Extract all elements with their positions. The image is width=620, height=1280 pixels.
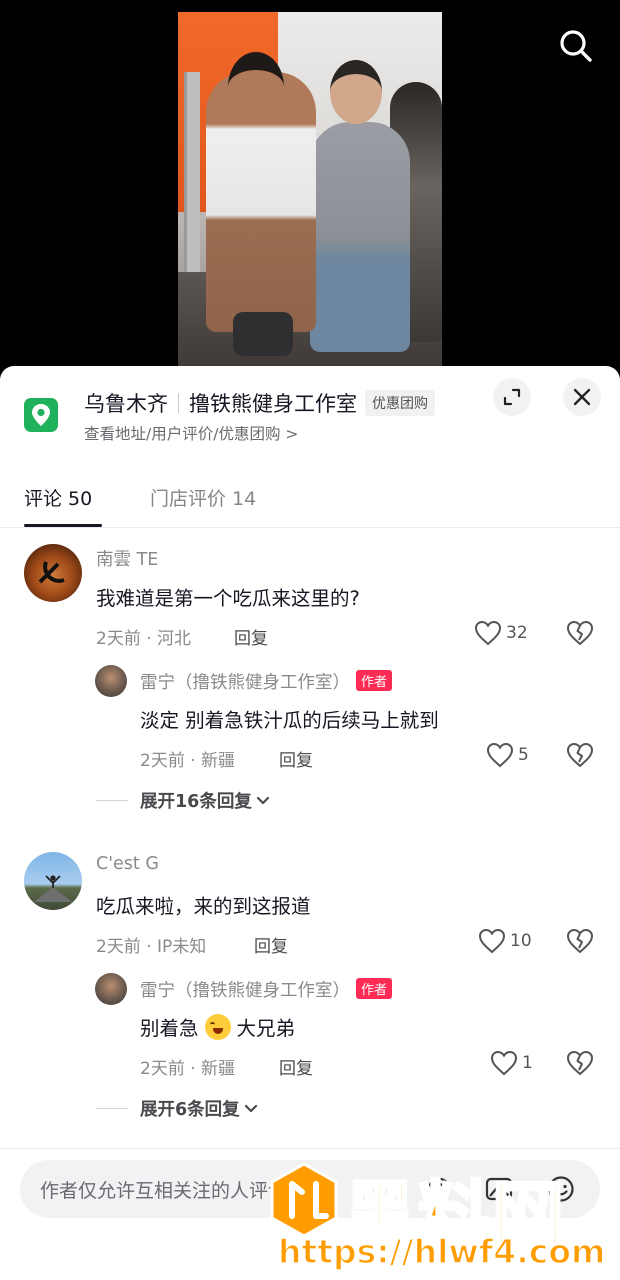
comment-username[interactable]: C'est G: [96, 854, 159, 874]
comment-input-placeholder: 作者仅允许互相关注的人评论: [40, 1180, 288, 1202]
like-button[interactable]: 1: [490, 1050, 533, 1076]
comment-item: C'est G 吃瓜来啦，来的到这报道 2天前 · IP未知 回复 10 雷宁（…: [0, 850, 620, 1120]
dislike-button[interactable]: [566, 620, 594, 650]
search-button[interactable]: [556, 26, 596, 66]
author-badge: 作者: [356, 670, 393, 691]
dislike-button[interactable]: [566, 742, 594, 772]
video-head-lifter: [228, 52, 284, 122]
like-count: 10: [510, 931, 532, 951]
search-icon: [560, 30, 592, 62]
expand-divider: [96, 800, 128, 801]
video-area[interactable]: [0, 0, 620, 370]
title-divider: [178, 393, 179, 413]
expand-icon: [503, 388, 521, 406]
video-frame[interactable]: [178, 12, 442, 368]
expand-divider: [96, 1108, 128, 1109]
reply-text: 淡定 别着急铁汁瓜的后续马上就到: [140, 709, 439, 732]
comment-input[interactable]: 作者仅允许互相关注的人评论: [20, 1160, 600, 1218]
chevron-down-icon: [256, 796, 269, 804]
reply-text-before: 别着急: [140, 1017, 199, 1040]
comments-sheet: 乌鲁木齐 撸铁熊健身工作室 优惠团购 查看地址/用户评价/优惠团购 > 评论 5…: [0, 366, 620, 1280]
author-badge: 作者: [356, 978, 393, 999]
reply-text: 别着急 大兄弟: [140, 1012, 295, 1041]
reply-username[interactable]: 雷宁（撸铁熊健身工作室） 作者: [140, 977, 393, 1002]
chevron-down-icon: [244, 1104, 257, 1112]
reply-button[interactable]: 回复: [234, 624, 268, 649]
dislike-button[interactable]: [566, 1050, 594, 1080]
heart-icon: [486, 742, 514, 768]
heart-icon: [490, 1050, 518, 1076]
location-pin-icon: [24, 398, 58, 432]
like-count: 1: [522, 1053, 533, 1073]
broken-heart-icon: [567, 743, 593, 767]
broken-heart-icon: [567, 621, 593, 645]
like-button[interactable]: 5: [486, 742, 529, 768]
like-button[interactable]: 10: [478, 928, 532, 954]
tab-store-reviews[interactable]: 门店评价 14: [150, 484, 256, 511]
reply-username-text: 雷宁（撸铁熊健身工作室）: [140, 981, 350, 1001]
dislike-button[interactable]: [566, 928, 594, 958]
reply-button[interactable]: 回复: [279, 1054, 313, 1079]
avatar[interactable]: [24, 544, 82, 602]
laughing-tears-emoji-icon: [204, 1014, 231, 1040]
reply-avatar[interactable]: [95, 973, 127, 1005]
video-person-spotter: [310, 122, 410, 352]
image-icon[interactable]: [484, 1174, 514, 1204]
video-rack: [184, 72, 200, 302]
comment-item: 南雲 TE 我难道是第一个吃瓜来这里的? 2天前 · 河北 回复 32 雷宁（撸…: [0, 542, 620, 812]
reply-meta: 2天前 · 新疆: [140, 1059, 236, 1079]
like-count: 32: [506, 623, 528, 643]
heart-icon: [478, 928, 506, 954]
close-button[interactable]: [563, 378, 601, 416]
expand-replies[interactable]: 展开6条回复: [96, 1096, 259, 1121]
broken-heart-icon: [567, 1051, 593, 1075]
bottom-divider: [0, 1148, 620, 1149]
comment-text: 我难道是第一个吃瓜来这里的?: [96, 587, 360, 610]
comment-meta: 2天前 · IP未知: [96, 937, 207, 957]
video-dumbbell: [233, 312, 293, 356]
comment-username[interactable]: 南雲 TE: [96, 546, 158, 571]
comment-meta: 2天前 · 河北: [96, 629, 192, 649]
reply-button[interactable]: 回复: [279, 746, 313, 771]
store-city: 乌鲁木齐: [84, 392, 168, 416]
deal-badge[interactable]: 优惠团购: [365, 390, 435, 416]
heart-icon: [474, 620, 502, 646]
close-icon: [573, 388, 591, 406]
reply-username[interactable]: 雷宁（撸铁熊健身工作室） 作者: [140, 669, 393, 694]
reply-meta: 2天前 · 新疆: [140, 751, 236, 771]
video-head-spotter: [330, 60, 382, 124]
store-title-row[interactable]: 乌鲁木齐 撸铁熊健身工作室 优惠团购: [84, 388, 435, 418]
store-name: 撸铁熊健身工作室: [189, 392, 357, 416]
reply-button[interactable]: 回复: [254, 932, 288, 957]
reply-text-after: 大兄弟: [236, 1017, 296, 1040]
expand-replies[interactable]: 展开16条回复: [96, 788, 271, 813]
reply-avatar[interactable]: [95, 665, 127, 697]
reply-username-text: 雷宁（撸铁熊健身工作室）: [140, 673, 350, 693]
comment-text: 吃瓜来啦，来的到这报道: [96, 895, 311, 918]
emoji-icon[interactable]: [546, 1174, 576, 1204]
tabs-bar: 评论 50 门店评价 14: [0, 474, 620, 528]
like-button[interactable]: 32: [474, 620, 528, 646]
store-sublinks[interactable]: 查看地址/用户评价/优惠团购 >: [84, 422, 298, 444]
expand-replies-text: 展开6条回复: [140, 1100, 240, 1120]
broken-heart-icon: [567, 929, 593, 953]
expand-replies-text: 展开16条回复: [140, 792, 252, 812]
store-header[interactable]: 乌鲁木齐 撸铁熊健身工作室 优惠团购 查看地址/用户评价/优惠团购 >: [0, 366, 620, 466]
like-count: 5: [518, 745, 529, 765]
active-tab-indicator: [24, 524, 102, 527]
at-icon[interactable]: [424, 1174, 454, 1204]
avatar[interactable]: [24, 852, 82, 910]
expand-button[interactable]: [493, 378, 531, 416]
tab-comments[interactable]: 评论 50: [24, 484, 92, 511]
